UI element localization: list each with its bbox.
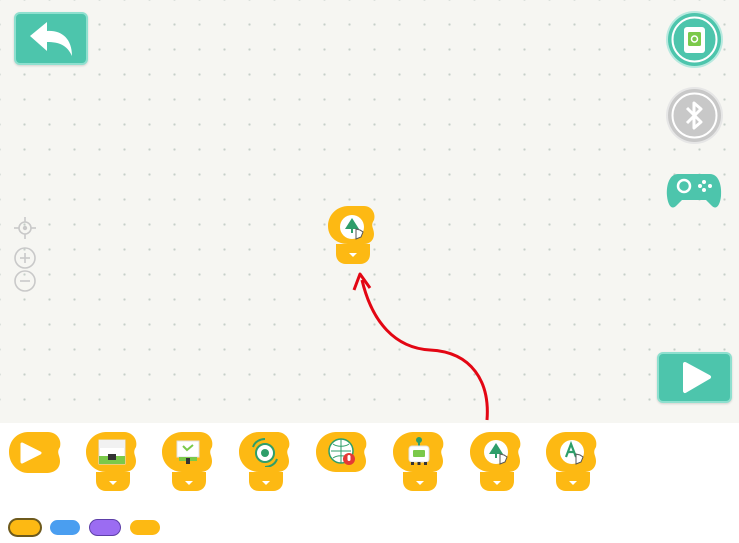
workspace-block[interactable] [326, 204, 378, 266]
run-button[interactable] [657, 352, 732, 403]
chevron-down-icon[interactable] [492, 480, 502, 486]
category-control[interactable] [130, 520, 160, 535]
rotate-icon [252, 438, 278, 467]
chevron-down-icon[interactable] [261, 480, 271, 486]
display-icon [176, 440, 200, 464]
back-arrow-icon [30, 22, 72, 56]
letter-tap-icon [560, 440, 584, 465]
category-looks[interactable] [90, 520, 120, 535]
category-motion[interactable] [50, 520, 80, 535]
sound-icon [328, 438, 355, 465]
chevron-down-icon[interactable] [348, 252, 358, 258]
screen-icon [98, 439, 126, 465]
block-palette[interactable] [0, 423, 739, 513]
chevron-down-icon[interactable] [415, 480, 425, 486]
zoom-in-icon[interactable] [13, 246, 37, 270]
tap-letter-block[interactable] [544, 431, 600, 493]
gamepad-icon [666, 174, 722, 208]
start-block-shape [9, 432, 61, 473]
display-block[interactable] [160, 431, 216, 493]
chevron-down-icon[interactable] [108, 480, 118, 486]
robot-block[interactable] [391, 431, 447, 493]
device-icon [671, 16, 718, 63]
back-button[interactable] [14, 12, 88, 65]
tree-tap-icon [484, 440, 508, 465]
tap-tree-block[interactable] [468, 431, 524, 493]
category-events[interactable] [10, 520, 40, 535]
center-target-icon[interactable] [13, 216, 37, 240]
category-bar [0, 513, 739, 543]
robot-icon [408, 437, 430, 465]
tree-tap-icon [340, 215, 364, 240]
gamepad-button[interactable] [666, 170, 722, 212]
device-button[interactable] [668, 13, 721, 66]
sound-block[interactable] [314, 431, 370, 475]
coding-workspace[interactable] [0, 0, 739, 423]
bluetooth-button[interactable] [668, 89, 721, 142]
screen-block[interactable] [84, 431, 140, 493]
rotate-block[interactable] [237, 431, 293, 493]
red-arrow-annotation [352, 272, 489, 421]
chevron-down-icon[interactable] [568, 480, 578, 486]
play-icon [683, 362, 711, 393]
bluetooth-icon [671, 92, 718, 139]
start-block[interactable] [8, 431, 62, 475]
zoom-out-icon[interactable] [13, 269, 37, 293]
chevron-down-icon[interactable] [184, 480, 194, 486]
